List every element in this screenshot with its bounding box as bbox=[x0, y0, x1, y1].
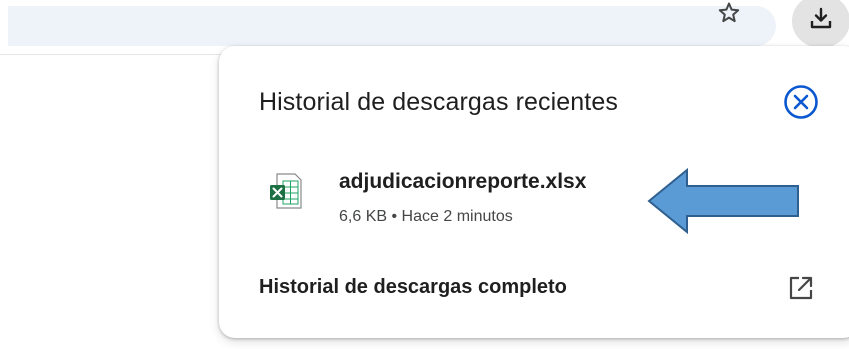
download-icon bbox=[808, 6, 834, 37]
full-history-link[interactable]: Historial de descargas completo bbox=[259, 276, 567, 299]
download-meta: 6,6 KB • Hace 2 minutos bbox=[339, 208, 513, 226]
close-circle-icon bbox=[783, 84, 819, 125]
close-button[interactable] bbox=[779, 82, 823, 126]
excel-file-icon bbox=[269, 172, 303, 210]
meta-separator: • bbox=[391, 208, 398, 225]
open-full-history-button[interactable] bbox=[783, 272, 819, 308]
address-bar[interactable] bbox=[8, 6, 776, 46]
bookmark-star-icon bbox=[717, 1, 741, 30]
browser-window: Historial de descargas recientes adjudic… bbox=[0, 0, 849, 349]
download-time: Hace 2 minutos bbox=[401, 208, 513, 225]
annotation-arrow bbox=[647, 167, 801, 235]
downloads-bubble: Historial de descargas recientes adjudic… bbox=[219, 46, 849, 338]
bookmark-star-button[interactable] bbox=[709, 0, 749, 30]
bubble-title: Historial de descargas recientes bbox=[259, 88, 618, 116]
download-filename[interactable]: adjudicacionreporte.xlsx bbox=[339, 170, 586, 194]
open-in-new-icon bbox=[788, 275, 814, 306]
download-size: 6,6 KB bbox=[339, 208, 388, 225]
downloads-button[interactable] bbox=[792, 0, 849, 48]
